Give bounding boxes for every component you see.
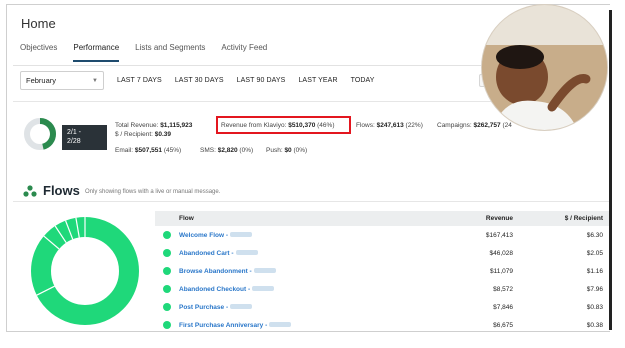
date-range-end: 2/28: [67, 138, 81, 145]
status-dot-icon: [163, 230, 171, 239]
table-row: Abandoned Cart - $46,028 $2.05: [155, 244, 610, 262]
stat-label: $ / Recipient:: [115, 131, 153, 138]
status-dot-icon: [163, 248, 171, 257]
table-row: First Purchase Anniversary - $6,675 $0.3…: [155, 316, 610, 331]
table-header: Flow Revenue $ / Recipient: [155, 211, 610, 226]
flow-per-recipient: $7.96: [586, 285, 603, 293]
column-header-flow[interactable]: Flow: [155, 215, 465, 222]
range-last-year[interactable]: LAST YEAR: [298, 77, 337, 84]
flow-per-recipient: $6.30: [586, 231, 603, 239]
range-last-90-days[interactable]: LAST 90 DAYS: [237, 77, 286, 84]
stat-label: Total Revenue:: [115, 122, 159, 129]
flow-per-recipient: $0.83: [586, 303, 603, 311]
range-last-30-days[interactable]: LAST 30 DAYS: [175, 77, 224, 84]
flow-per-recipient: $1.16: [586, 267, 603, 275]
redacted-text: [230, 304, 253, 310]
stat-value: $0: [284, 147, 292, 154]
tabs-divider: [13, 65, 513, 66]
flows-divider: [13, 201, 610, 202]
month-select-value: February: [26, 76, 57, 85]
person-photo: [482, 5, 607, 130]
page-title: Home: [21, 16, 56, 31]
stat-value: $507,551: [134, 147, 162, 154]
revenue-share-donut: [24, 118, 56, 150]
flow-link[interactable]: Abandoned Checkout -: [179, 286, 250, 293]
flows-table: Flow Revenue $ / Recipient Welcome Flow …: [155, 211, 610, 331]
flow-link[interactable]: First Purchase Anniversary -: [179, 322, 267, 329]
table-row: Browse Abandonment - $11,079 $1.16: [155, 262, 610, 280]
flow-revenue: $7,846: [493, 303, 513, 311]
flow-revenue: $11,079: [489, 267, 513, 275]
table-row: Abandoned Checkout - $8,572 $7.96: [155, 280, 610, 298]
stat-pct: (0%): [293, 147, 308, 154]
flow-per-recipient: $2.05: [586, 249, 603, 257]
column-header-per-recipient[interactable]: $ / Recipient: [513, 215, 603, 222]
stat-value: $1,115,923: [160, 122, 193, 129]
flow-per-recipient: $0.38: [586, 321, 603, 329]
stat-label: Flows:: [356, 122, 375, 129]
flow-revenue: $6,675: [493, 321, 513, 329]
tab-objectives[interactable]: Objectives: [20, 43, 57, 62]
stat-label: Push:: [266, 147, 283, 154]
status-dot-icon: [163, 284, 171, 293]
stat-flows: Flows: $247,613 (22%): [356, 122, 423, 129]
redacted-text: [269, 322, 292, 328]
redacted-text: [252, 286, 275, 292]
date-range-badge: 2/1 - 2/28: [62, 125, 107, 150]
redacted-text: [253, 268, 276, 274]
stat-label: Campaigns:: [437, 122, 472, 129]
stat-push: Push: $0 (0%): [266, 147, 307, 154]
stat-value: $262,757: [473, 122, 501, 129]
flow-link[interactable]: Welcome Flow -: [179, 232, 228, 239]
redacted-text: [230, 232, 252, 238]
stat-per-recipient: $ / Recipient: $0.39: [115, 131, 171, 138]
chevron-down-icon: ▼: [92, 77, 98, 84]
date-filter-row: February ▼ LAST 7 DAYS LAST 30 DAYS LAST…: [20, 71, 375, 90]
stat-label: Email:: [115, 147, 134, 154]
stat-sms: SMS: $2,820 (0%): [200, 147, 253, 154]
status-dot-icon: [163, 302, 171, 311]
stat-label: SMS:: [200, 147, 216, 154]
presenter-webcam-avatar: [481, 4, 608, 131]
scrollbar-track[interactable]: [609, 10, 612, 330]
status-dot-icon: [163, 266, 171, 275]
status-dot-icon: [163, 320, 171, 329]
range-today[interactable]: TODAY: [351, 77, 375, 84]
flows-subtitle: Only showing flows with a live or manual…: [85, 189, 221, 195]
table-row: Post Purchase - $7,846 $0.83: [155, 298, 610, 316]
stat-pct: (0%): [239, 147, 254, 154]
date-range-start: 2/1 -: [67, 129, 82, 136]
tab-activity-feed[interactable]: Activity Feed: [221, 43, 267, 62]
tab-performance[interactable]: Performance: [73, 43, 120, 62]
month-select[interactable]: February ▼: [20, 71, 104, 90]
flow-link[interactable]: Browse Abandonment -: [179, 268, 252, 275]
tab-bar: Objectives Performance Lists and Segment…: [20, 43, 267, 62]
flows-revenue-donut: [31, 217, 139, 325]
flow-link[interactable]: Abandoned Cart -: [179, 250, 234, 257]
stat-email: Email: $507,551 (45%): [115, 147, 181, 154]
table-row: Welcome Flow - $167,413 $6.30: [155, 226, 610, 244]
stat-campaigns: Campaigns: $262,757 (24: [437, 122, 512, 129]
tab-lists-and-segments[interactable]: Lists and Segments: [135, 43, 205, 62]
flows-heading: Flows: [43, 183, 80, 198]
stat-pct: (45%): [163, 147, 182, 154]
flows-icon: [23, 185, 37, 197]
stat-total-revenue: Total Revenue: $1,115,923: [115, 122, 192, 129]
flow-link[interactable]: Post Purchase -: [179, 304, 228, 311]
flow-revenue: $167,413: [485, 231, 513, 239]
highlight-box: [216, 116, 351, 134]
flow-revenue: $46,028: [489, 249, 514, 257]
stat-value: $0.39: [154, 131, 172, 138]
redacted-text: [235, 250, 258, 256]
stat-value: $2,820: [217, 147, 238, 154]
filter-divider: [13, 101, 513, 102]
stat-pct: (24: [502, 122, 512, 129]
column-header-revenue[interactable]: Revenue: [465, 215, 513, 222]
stat-value: $247,613: [376, 122, 404, 129]
donut-ring: [31, 217, 139, 325]
flow-revenue: $8,572: [493, 285, 513, 293]
stat-pct: (22%): [405, 122, 423, 129]
range-last-7-days[interactable]: LAST 7 DAYS: [117, 77, 162, 84]
